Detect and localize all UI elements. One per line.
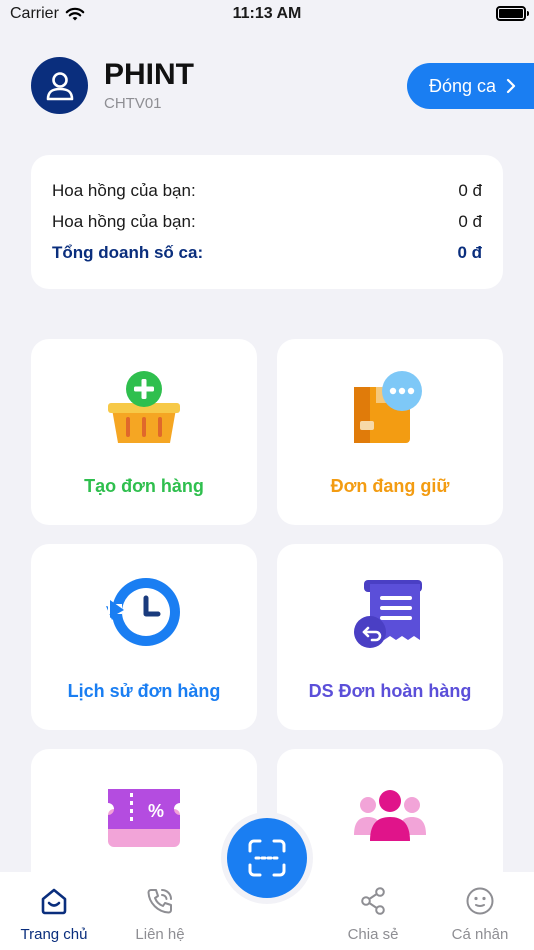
- tile-label: Lịch sử đơn hàng: [67, 681, 221, 701]
- summary-value: 0 đ: [458, 211, 482, 231]
- tile-label: DS Đơn hoàn hàng: [308, 681, 472, 701]
- avatar[interactable]: [31, 57, 88, 114]
- summary-value: 0 đ: [458, 180, 482, 200]
- return-receipt-icon: [354, 580, 422, 648]
- home-icon: [41, 888, 67, 915]
- tab-label: Chia sẻ: [347, 926, 399, 943]
- tab-share[interactable]: Chia sẻ: [328, 884, 418, 943]
- user-name: PHINT: [104, 58, 194, 91]
- tab-label: Cá nhân: [451, 926, 509, 943]
- svg-text:%: %: [148, 801, 164, 821]
- tile-label: Tạo đơn hàng: [84, 476, 204, 496]
- summary-row-commission-2: Hoa hồng của bạn: 0 đ: [52, 206, 482, 237]
- basket-add-icon: [108, 371, 180, 443]
- tab-home[interactable]: Trang chủ: [9, 884, 99, 943]
- smile-icon: [466, 887, 494, 915]
- summary-row-commission: Hoa hồng của bạn: 0 đ: [52, 175, 482, 206]
- tile-order-history[interactable]: Lịch sử đơn hàng: [31, 544, 257, 730]
- phone-icon: [147, 889, 172, 914]
- customers-group-icon: [354, 790, 426, 841]
- share-icon: [361, 887, 385, 915]
- tab-label: Trang chủ: [20, 926, 88, 943]
- summary-label: Hoa hồng của bạn:: [52, 180, 196, 200]
- summary-label: Tổng doanh số ca:: [52, 242, 204, 262]
- package-chat-icon: [354, 371, 422, 443]
- scan-button[interactable]: [227, 818, 307, 898]
- discount-ticket-icon: %: [108, 789, 180, 847]
- tab-label: Liên hệ: [135, 926, 185, 943]
- history-clock-icon: [106, 578, 180, 646]
- user-code: CHTV01: [104, 95, 162, 112]
- tab-contact[interactable]: Liên hệ: [115, 884, 205, 943]
- shift-summary-card: Hoa hồng của bạn: 0 đ Hoa hồng của bạn: …: [31, 155, 503, 289]
- tile-label: Đơn đang giữ: [330, 476, 450, 496]
- close-shift-label: Đóng ca: [429, 75, 497, 96]
- summary-row-total: Tổng doanh số ca: 0 đ: [52, 237, 482, 268]
- battery-icon: [496, 6, 529, 21]
- summary-label: Hoa hồng của bạn:: [52, 211, 196, 231]
- clock: 11:13 AM: [232, 5, 302, 22]
- user-icon: [46, 71, 73, 100]
- tile-return-orders[interactable]: DS Đơn hoàn hàng: [277, 544, 503, 730]
- close-shift-button[interactable]: Đóng ca: [407, 63, 534, 109]
- tab-profile[interactable]: Cá nhân: [435, 884, 525, 943]
- summary-value: 0 đ: [457, 242, 482, 262]
- status-bar: Carrier 11:13 AM: [0, 0, 534, 30]
- scan-icon: [248, 839, 286, 877]
- tile-create-order[interactable]: Tạo đơn hàng: [31, 339, 257, 525]
- chevron-right-icon: [506, 78, 516, 94]
- tile-held-orders[interactable]: Đơn đang giữ: [277, 339, 503, 525]
